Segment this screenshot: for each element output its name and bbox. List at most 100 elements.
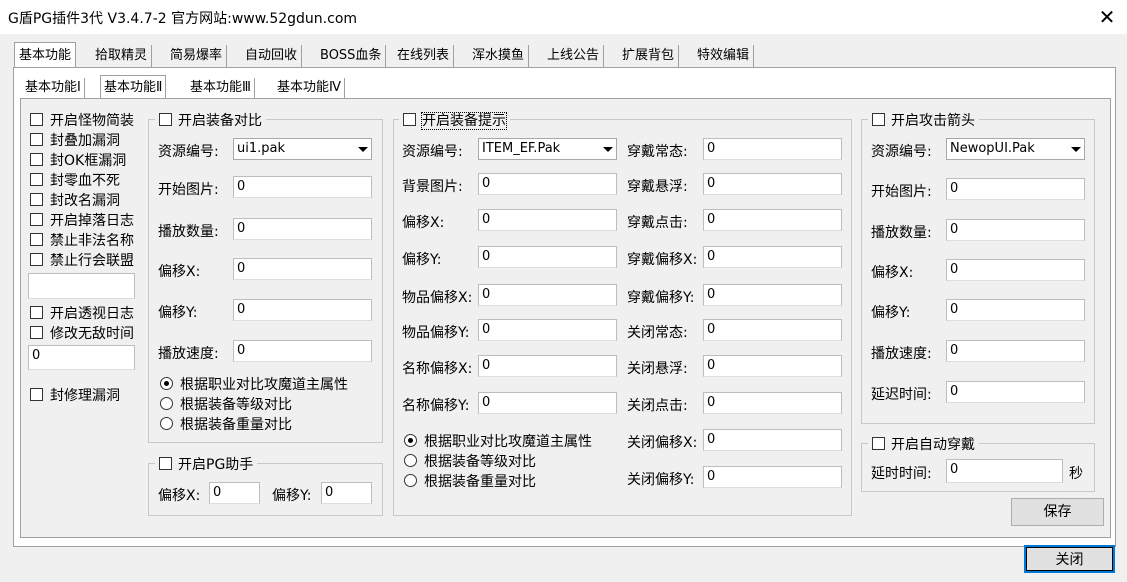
play-speed-input[interactable]: 0: [233, 340, 372, 362]
checkbox[interactable]: [403, 113, 416, 126]
start-image-input[interactable]: 0: [233, 176, 372, 198]
checkbox[interactable]: [30, 213, 43, 226]
res-select[interactable]: ui1.pak: [233, 138, 372, 160]
field-label: 关闭点击:: [627, 398, 688, 414]
radio-button[interactable]: [404, 434, 417, 447]
tab-pickup[interactable]: 拾取精灵: [91, 45, 153, 67]
field-label: 穿戴悬浮:: [627, 179, 688, 195]
item-offset-x-input[interactable]: 0: [478, 284, 617, 306]
field-label: 播放速度:: [871, 346, 932, 362]
name-offset-x-input[interactable]: 0: [478, 355, 617, 377]
field-label: 资源编号:: [871, 144, 932, 160]
radio-button[interactable]: [160, 377, 173, 390]
tab-fishing[interactable]: 浑水摸鱼: [468, 45, 530, 67]
checkbox[interactable]: [30, 113, 43, 126]
name-offset-y-input[interactable]: 0: [478, 392, 617, 414]
radio-button[interactable]: [404, 454, 417, 467]
checkbox[interactable]: [872, 437, 885, 450]
field-label: 偏移X:: [402, 215, 445, 231]
checkbox[interactable]: [30, 306, 43, 319]
play-speed-input[interactable]: 0: [946, 340, 1085, 362]
checkbox[interactable]: [872, 113, 885, 126]
blank-input[interactable]: [28, 273, 135, 299]
offset-x-input[interactable]: 0: [946, 259, 1085, 281]
close-hover-input[interactable]: 0: [703, 355, 842, 377]
offset-y-input[interactable]: 0: [946, 299, 1085, 321]
radio-button[interactable]: [404, 474, 417, 487]
checkbox[interactable]: [30, 133, 43, 146]
close-icon[interactable]: ✕: [1092, 2, 1122, 32]
auto-equip-delay-input[interactable]: 0: [946, 459, 1063, 483]
close-button[interactable]: 关闭: [1024, 545, 1115, 573]
field-label: 偏移X:: [158, 264, 201, 280]
delay-time-input[interactable]: 0: [946, 381, 1085, 403]
subtab-basic-4[interactable]: 基本功能Ⅳ: [274, 78, 345, 98]
pg-offset-x-input[interactable]: 0: [209, 482, 260, 504]
bg-image-input[interactable]: 0: [478, 173, 617, 195]
offset-x-input[interactable]: 0: [233, 258, 372, 280]
field-label: 偏移Y:: [158, 305, 198, 321]
chevron-down-icon[interactable]: [598, 139, 616, 159]
field-label: 关闭偏移Y:: [627, 472, 695, 488]
option-label: 开启透视日志: [50, 306, 134, 322]
tab-boss-hp[interactable]: BOSS血条: [316, 45, 387, 67]
checkbox[interactable]: [30, 193, 43, 206]
group-title-label: 开启装备提示: [421, 112, 507, 130]
tab-ext-bag[interactable]: 扩展背包: [618, 45, 680, 67]
close-offset-y-input[interactable]: 0: [703, 466, 842, 488]
field-label: 偏移Y:: [402, 252, 442, 268]
tab-online-list[interactable]: 在线列表: [393, 45, 455, 67]
field-label: 延迟时间:: [871, 387, 932, 403]
tab-recycle[interactable]: 自动回收: [241, 45, 303, 67]
offset-x-input[interactable]: 0: [478, 209, 617, 231]
radio-button[interactable]: [160, 397, 173, 410]
res-select[interactable]: ITEM_EF.Pak: [478, 138, 617, 160]
option-label: 封修理漏洞: [50, 388, 120, 404]
tab-login-notice[interactable]: 上线公告: [543, 45, 605, 67]
play-count-input[interactable]: 0: [233, 218, 372, 240]
option-label: 修改无敌时间: [50, 326, 134, 342]
checkbox[interactable]: [30, 253, 43, 266]
group-title: 开启攻击箭头: [868, 110, 979, 130]
close-click-input[interactable]: 0: [703, 392, 842, 414]
res-select[interactable]: NewopUI.Pak: [946, 138, 1085, 160]
tab-effect-edit[interactable]: 特效编辑: [693, 45, 755, 67]
chevron-down-icon[interactable]: [353, 139, 371, 159]
tab-basic[interactable]: 基本功能: [14, 42, 77, 69]
offset-y-input[interactable]: 0: [233, 299, 372, 321]
subtab-basic-2[interactable]: 基本功能Ⅱ: [100, 75, 167, 100]
checkbox[interactable]: [30, 153, 43, 166]
play-count-input[interactable]: 0: [946, 219, 1085, 241]
wear-offset-x-input[interactable]: 0: [703, 246, 842, 268]
group-title-label: 开启装备对比: [178, 113, 262, 129]
radio-button[interactable]: [160, 417, 173, 430]
pg-offset-y-input[interactable]: 0: [321, 482, 372, 504]
offset-y-input[interactable]: 0: [478, 246, 617, 268]
option-label: 封改名漏洞: [50, 193, 120, 209]
wear-offset-y-input[interactable]: 0: [703, 284, 842, 306]
checkbox[interactable]: [30, 388, 43, 401]
start-image-input[interactable]: 0: [946, 178, 1085, 200]
checkbox[interactable]: [30, 173, 43, 186]
close-offset-x-input[interactable]: 0: [703, 429, 842, 451]
option-label: 开启怪物简装: [50, 113, 134, 129]
field-label: 穿戴偏移Y:: [627, 290, 695, 306]
wear-normal-input[interactable]: 0: [703, 138, 842, 160]
subtab-basic-1[interactable]: 基本功能Ⅰ: [22, 78, 85, 98]
wear-click-input[interactable]: 0: [703, 209, 842, 231]
checkbox[interactable]: [30, 233, 43, 246]
invincible-time-input[interactable]: 0: [28, 345, 135, 370]
wear-hover-input[interactable]: 0: [703, 173, 842, 195]
select-value: NewopUI.Pak: [950, 141, 1035, 156]
select-value: ui1.pak: [237, 141, 286, 156]
checkbox[interactable]: [30, 326, 43, 339]
chevron-down-icon[interactable]: [1066, 139, 1084, 159]
tab-droprate[interactable]: 简易爆率: [166, 45, 228, 67]
item-offset-y-input[interactable]: 0: [478, 319, 617, 341]
close-normal-input[interactable]: 0: [703, 319, 842, 341]
save-button[interactable]: 保存: [1011, 498, 1104, 526]
subtab-basic-3[interactable]: 基本功能Ⅲ: [187, 78, 255, 98]
checkbox[interactable]: [159, 113, 172, 126]
group-title: 开启自动穿戴: [868, 434, 979, 454]
checkbox[interactable]: [159, 457, 172, 470]
